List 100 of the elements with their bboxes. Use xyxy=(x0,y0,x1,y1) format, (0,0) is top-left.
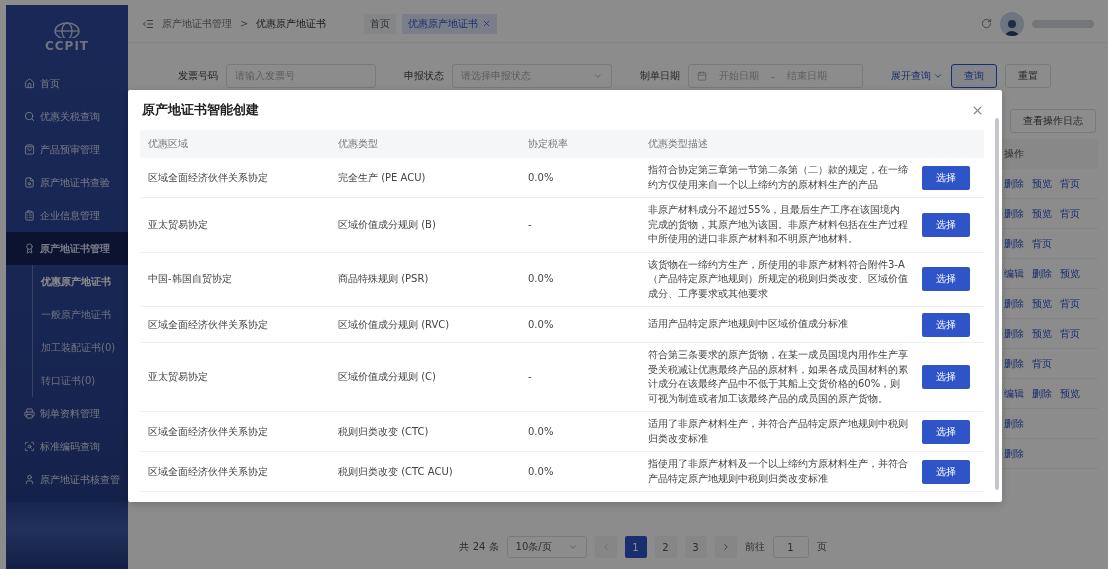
table-cell-text: 税则归类改变 (CTC) xyxy=(337,424,430,439)
table-cell-text: 指符合协定第三章第一节第二条第（二）款的规定，在一缔约方仅使用来自一个以上缔约方的原材料生产的产品 xyxy=(647,163,908,192)
search-icon xyxy=(24,111,35,122)
table-cell-text: 0.0% xyxy=(527,464,555,479)
expand-search-link[interactable]: 展开查询 xyxy=(891,69,943,83)
page-button[interactable]: 2 xyxy=(654,536,677,558)
caret-icon xyxy=(593,71,603,81)
sidebar-subitem[interactable]: 优惠原产地证书 xyxy=(33,265,128,298)
select-button[interactable]: 选择 xyxy=(922,165,970,190)
page-button[interactable]: 3 xyxy=(684,536,707,558)
action-link[interactable]: 删除 xyxy=(1004,356,1024,371)
action-link[interactable]: 删除 xyxy=(1004,176,1024,191)
sidebar-item[interactable]: 原产地证书管理 xyxy=(6,232,128,265)
sidebar-item[interactable]: 原产地证书查验 xyxy=(6,166,128,199)
user-icon xyxy=(24,474,35,485)
action-link[interactable]: 编辑 xyxy=(1004,266,1024,281)
table-cell-text: 指使用了非原产材料及一个以上缔约方原材料生产，并符合产品特定原产地规则中税则归类改变标准 xyxy=(647,457,908,486)
action-link[interactable]: 预览 xyxy=(1060,386,1080,401)
avatar[interactable] xyxy=(1000,11,1024,36)
page-tab[interactable]: 优惠原产地证书 xyxy=(402,13,498,34)
action-link[interactable]: 预览 xyxy=(1032,176,1052,191)
action-link[interactable]: 背页 xyxy=(1060,206,1080,221)
select-button[interactable]: 选择 xyxy=(922,459,970,484)
action-link[interactable]: 背页 xyxy=(1060,176,1080,191)
page-size-select[interactable]: 10条/页 xyxy=(506,536,587,558)
action-link[interactable]: 删除 xyxy=(1032,386,1052,401)
filter-button[interactable]: 重置 xyxy=(1005,64,1051,88)
action-link[interactable]: 背页 xyxy=(1032,356,1052,371)
select-button[interactable]: 选择 xyxy=(922,365,970,389)
table-cell-text: 符合第三条要求的原产货物，在某一成员国境内用作生产享受关税减让优惠最终产品的原材料，如果各成员国材料的累计成分在该最终产品中不低于其船上交货价格的60%，则可视为制造或者加工该最终产品的成员国的原产货物。 xyxy=(647,348,908,406)
action-link[interactable]: 删除 xyxy=(1032,266,1052,281)
globe-logo-icon xyxy=(52,19,82,38)
action-link[interactable]: 背页 xyxy=(1060,326,1080,341)
sidebar-subitem[interactable]: 转口证书(0) xyxy=(33,364,128,397)
action-link[interactable]: 预览 xyxy=(1032,206,1052,221)
table-cell-text: 商品特殊规则 (PSR) xyxy=(337,272,430,287)
filter-label: 发票号码 xyxy=(178,69,218,83)
table-cell-text: 区域全面经济伙伴关系协定 xyxy=(147,170,269,185)
sidebar-item[interactable]: 优惠关税查询 xyxy=(6,100,128,133)
select-button[interactable]: 选择 xyxy=(922,267,970,292)
table-cell-text: - xyxy=(527,370,533,384)
page-input[interactable]: 1 xyxy=(772,536,809,558)
sidebar-subitem[interactable]: 加工装配证书(0) xyxy=(33,331,128,364)
operation-log-button[interactable]: 查看操作日志 xyxy=(1010,109,1096,133)
action-link[interactable]: 删除 xyxy=(1004,326,1024,341)
modal-title: 原产地证书智能创建 xyxy=(141,101,259,119)
action-link[interactable]: 删除 xyxy=(1004,206,1024,221)
filter-label: 制单日期 xyxy=(640,69,680,83)
table-cell-text: 适用了非原产材料生产，并符合产品特定原产地规则中税则归类改变标准 xyxy=(647,417,908,446)
breadcrumb-item[interactable]: 原产地证书管理 xyxy=(162,16,232,31)
table-cell-text: 税则归类改变 (CTC ACU) xyxy=(337,464,454,479)
filter-label: 申报状态 xyxy=(404,69,444,83)
table-cell-text: 区域价值成分规则 (RVC) xyxy=(337,317,451,332)
filter-button[interactable]: 查询 xyxy=(951,64,997,88)
select-button[interactable]: 选择 xyxy=(922,312,970,337)
action-link[interactable]: 预览 xyxy=(1060,266,1080,281)
table-cell-text: 区域全面经济伙伴关系协定 xyxy=(147,424,269,439)
printer-icon xyxy=(24,408,35,419)
action-link[interactable]: 删除 xyxy=(1004,416,1024,431)
file-search-icon xyxy=(24,177,35,188)
sidebar-item[interactable]: 产品预审管理 xyxy=(6,133,128,166)
table-cell-text: 区域全面经济伙伴关系协定 xyxy=(147,317,269,332)
select-button[interactable]: 选择 xyxy=(922,212,970,237)
select-button[interactable]: 选择 xyxy=(922,419,970,444)
action-link[interactable]: 预览 xyxy=(1032,296,1052,311)
action-link[interactable]: 编辑 xyxy=(1004,386,1024,401)
table-header: 优惠区域 优惠类型 协定税率 优惠类型描述 xyxy=(140,130,984,158)
logo-text: CCPIT xyxy=(44,38,90,53)
sidebar-item[interactable]: 制单资料管理 xyxy=(6,397,128,430)
action-link[interactable]: 删除 xyxy=(1004,296,1024,311)
table-cell-text: 亚太贸易协定 xyxy=(147,370,209,384)
sidebar-item[interactable]: 原产地证书核查管 xyxy=(6,463,128,496)
clipboard-icon xyxy=(24,210,35,221)
scrollbar[interactable] xyxy=(995,118,999,490)
action-link[interactable]: 背页 xyxy=(1060,296,1080,311)
breadcrumb-separator: > xyxy=(240,18,249,29)
goto-label: 前往 xyxy=(744,540,765,554)
table-cell-text: 0.0% xyxy=(527,272,555,287)
action-link[interactable]: 背页 xyxy=(1032,236,1052,251)
table-cell-text: 该货物在一缔约方生产，所使用的非原产材料符合附件3-A（产品特定原产地规则）所规定的税则归类改变、区域价值成分、工序要求或其他要求 xyxy=(647,257,908,301)
page-tab[interactable]: 首页 xyxy=(364,13,397,34)
refresh-icon[interactable] xyxy=(981,18,992,29)
action-link[interactable]: 删除 xyxy=(1004,446,1024,461)
table-cell-text: 适用产品特定原产地规则中区域价值成分标准 xyxy=(647,317,849,332)
table-cell-text: 区域全面经济伙伴关系协定 xyxy=(147,464,269,479)
action-link[interactable]: 删除 xyxy=(1004,236,1024,251)
table-cell-text: 0.0% xyxy=(527,170,555,185)
close-icon[interactable] xyxy=(482,19,492,28)
sidebar-item[interactable]: 标准编码查询 xyxy=(6,430,128,463)
caret-icon xyxy=(567,542,578,552)
table-cell-text: - xyxy=(527,217,533,232)
table-cell-text: 中国-韩国自贸协定 xyxy=(147,272,233,287)
action-link[interactable]: 预览 xyxy=(1032,326,1052,341)
scan-icon xyxy=(24,441,35,452)
table-cell-text: 亚太贸易协定 xyxy=(147,217,209,232)
page-button[interactable]: 1 xyxy=(624,536,647,558)
sidebar-item[interactable]: 首页 xyxy=(6,67,128,100)
table-cell-text: 区域价值成分规则 (B) xyxy=(337,217,437,232)
menu-icon[interactable] xyxy=(142,17,154,30)
sidebar-item[interactable]: 企业信息管理 xyxy=(6,199,128,232)
